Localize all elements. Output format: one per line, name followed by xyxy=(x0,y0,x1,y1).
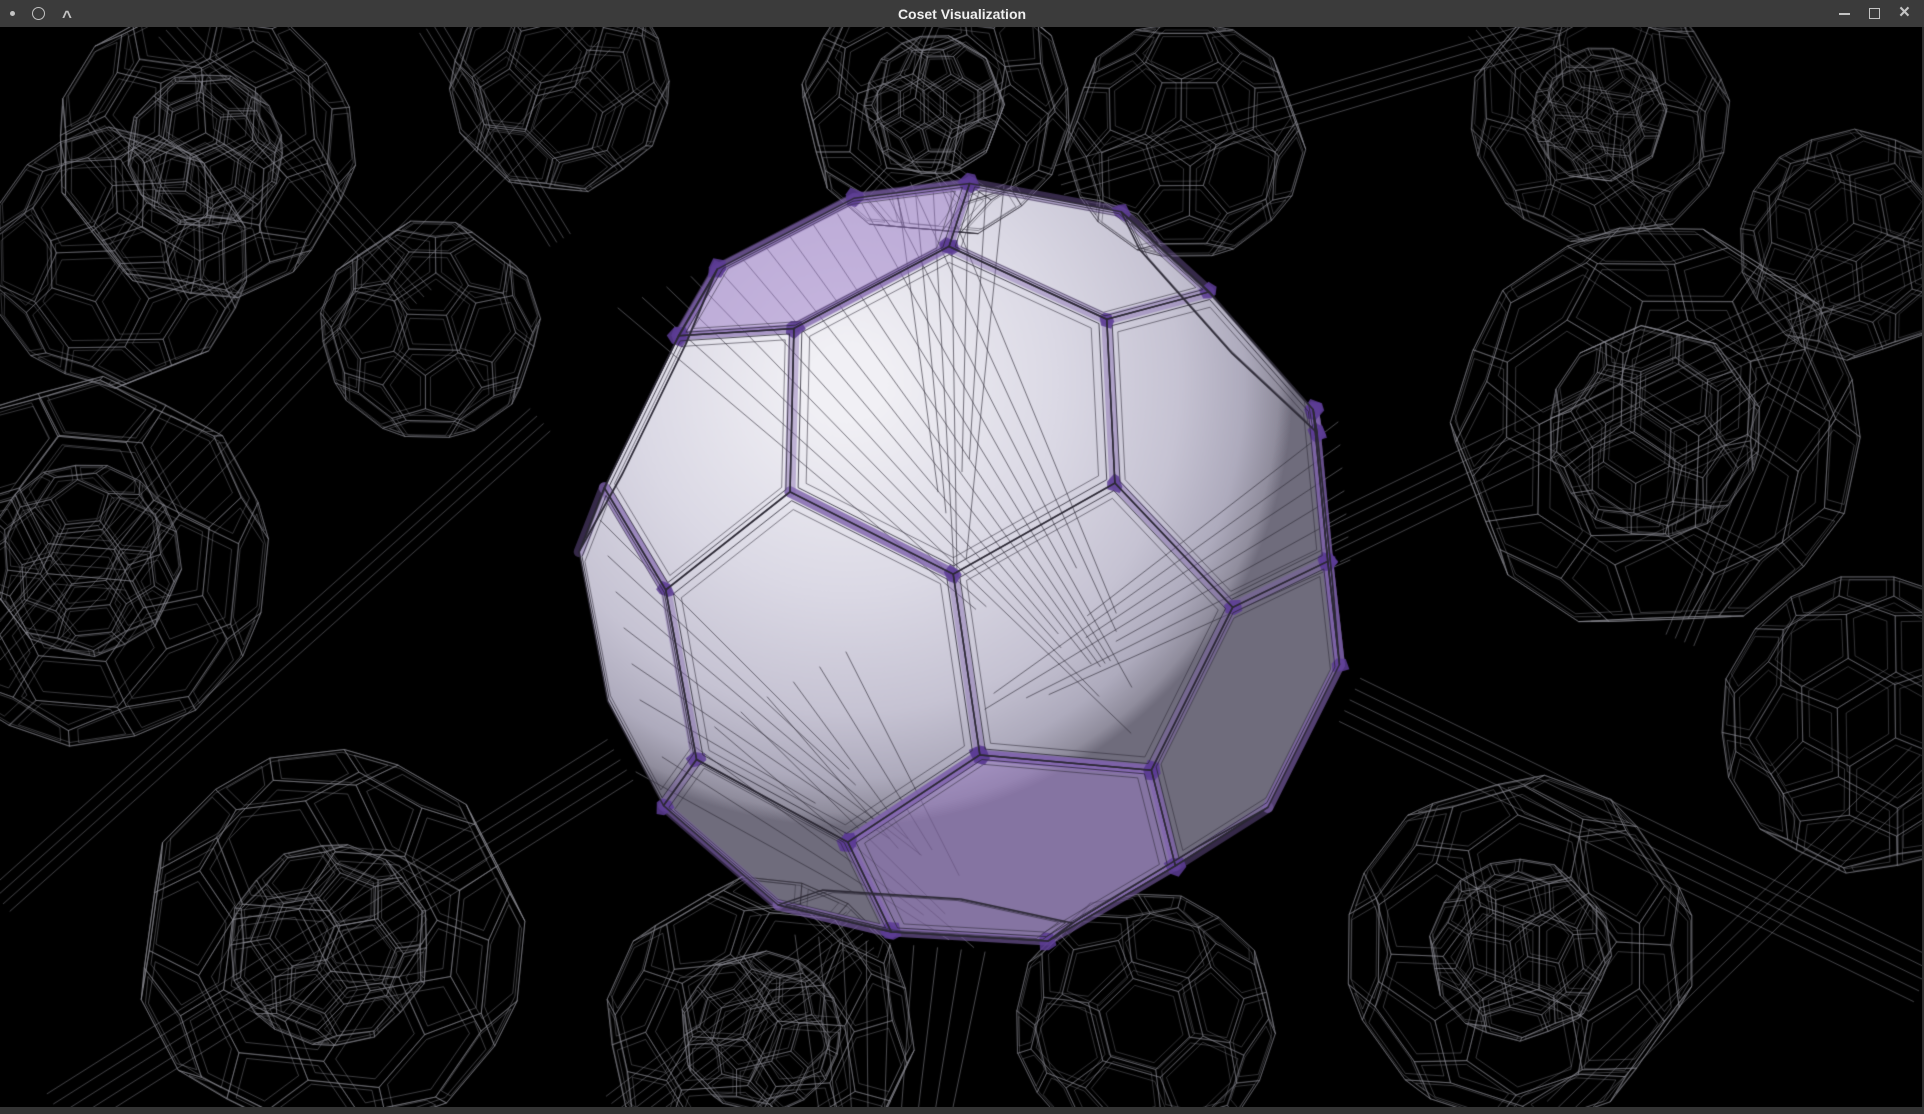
titlebar-left-controls: ^ xyxy=(10,0,72,27)
app-window: ^ Coset Visualization × xyxy=(0,0,1924,1114)
close-icon: × xyxy=(1899,3,1910,22)
window-bottom-border[interactable] xyxy=(0,1107,1924,1114)
app-circle-icon[interactable] xyxy=(32,7,45,20)
app-dot-icon[interactable] xyxy=(10,11,15,16)
minimize-button[interactable] xyxy=(1839,13,1850,15)
titlebar[interactable]: ^ Coset Visualization × xyxy=(0,0,1924,27)
window-title: Coset Visualization xyxy=(898,6,1026,22)
close-button[interactable]: × xyxy=(1899,4,1910,23)
maximize-button[interactable] xyxy=(1869,8,1880,19)
app-chevron-up-icon[interactable]: ^ xyxy=(62,8,72,25)
titlebar-right-controls: × xyxy=(1839,0,1910,27)
viewport-canvas[interactable] xyxy=(0,27,1924,1107)
minimize-icon xyxy=(1839,13,1850,15)
maximize-icon xyxy=(1869,8,1880,19)
